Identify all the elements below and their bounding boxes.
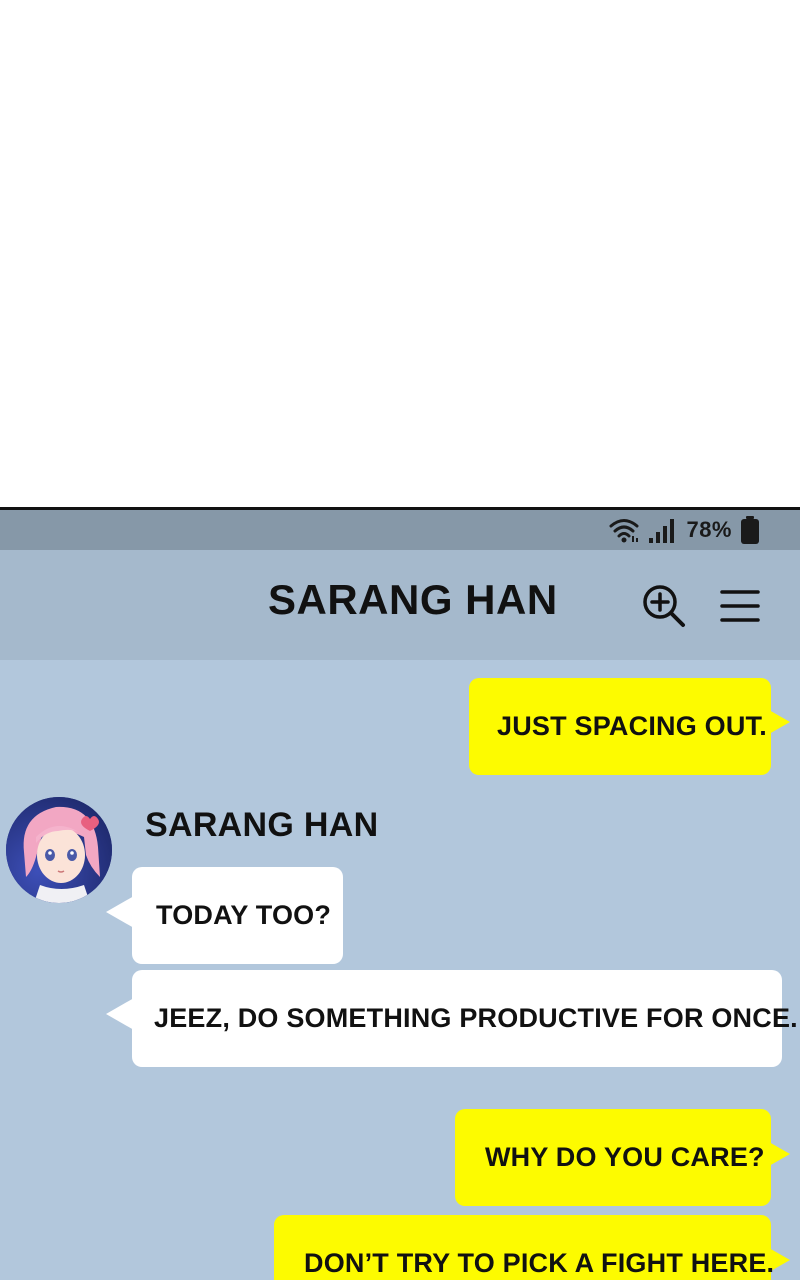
message-text: DON’T TRY TO PICK A FIGHT HERE. bbox=[304, 1248, 775, 1278]
phone-screen: 78% SARANG HAN JUST SPACING OUT. SARANG … bbox=[0, 507, 800, 1280]
menu-icon bbox=[720, 590, 760, 622]
message-text: TODAY TOO? bbox=[156, 900, 332, 930]
bubble-tail bbox=[106, 896, 134, 928]
chat-header: SARANG HAN bbox=[0, 550, 800, 660]
status-bar: 78% bbox=[0, 510, 800, 550]
menu-button[interactable] bbox=[716, 582, 764, 630]
blank-panel bbox=[0, 0, 800, 507]
message-bubble-sent[interactable]: DON’T TRY TO PICK A FIGHT HERE. bbox=[274, 1215, 775, 1280]
chat-messages[interactable]: JUST SPACING OUT. SARANG HAN TODAY TOO? … bbox=[0, 660, 800, 1280]
wifi-icon bbox=[608, 516, 640, 544]
zoom-in-button[interactable] bbox=[640, 582, 688, 630]
signal-icon bbox=[648, 516, 678, 544]
sender-name: SARANG HAN bbox=[145, 806, 379, 844]
message-text: JUST SPACING OUT. bbox=[497, 711, 767, 741]
zoom-in-icon bbox=[643, 585, 685, 627]
message-text: WHY DO YOU CARE? bbox=[485, 1142, 765, 1172]
message-text: JEEZ, DO SOMETHING PRODUCTIVE FOR ONCE. bbox=[154, 1003, 798, 1033]
message-bubble-received[interactable]: JEEZ, DO SOMETHING PRODUCTIVE FOR ONCE. bbox=[132, 970, 798, 1067]
avatar[interactable] bbox=[6, 797, 112, 903]
message-bubble-received[interactable]: TODAY TOO? bbox=[132, 867, 343, 964]
chat-title: SARANG HAN bbox=[268, 576, 558, 623]
battery-percent: 78% bbox=[686, 517, 732, 542]
message-bubble-sent[interactable]: WHY DO YOU CARE? bbox=[455, 1109, 771, 1206]
bubble-tail bbox=[106, 998, 134, 1030]
message-bubble-sent[interactable]: JUST SPACING OUT. bbox=[469, 678, 771, 775]
battery-icon bbox=[740, 515, 760, 545]
